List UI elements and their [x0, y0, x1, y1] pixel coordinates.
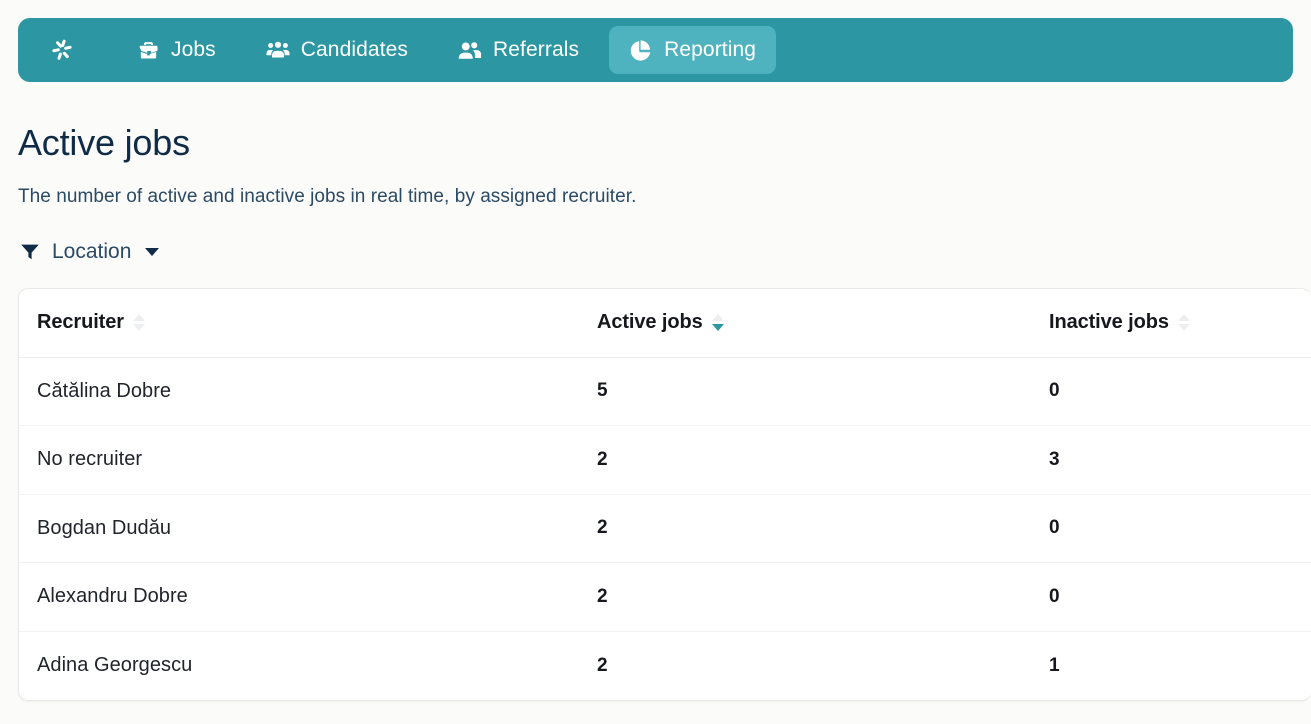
sort-ascending-icon [1177, 314, 1190, 322]
navbar-container: Jobs Candidates Referrals Reporting [0, 0, 1311, 82]
cell-inactive-jobs: 0 [1049, 517, 1060, 539]
cell-active-jobs: 2 [597, 448, 608, 470]
chevron-down-icon [145, 248, 160, 256]
cell-active-jobs: 5 [597, 380, 608, 402]
sort-toggle-inactive-jobs[interactable] [1177, 314, 1190, 332]
cell-active-jobs: 2 [597, 585, 608, 607]
page-title: Active jobs [18, 122, 190, 163]
cell-recruiter: Alexandru Dobre [37, 585, 188, 608]
table-row[interactable]: No recruiter 2 3 [19, 426, 1311, 494]
pinwheel-logo-icon [51, 38, 75, 62]
sort-toggle-active-jobs[interactable] [711, 314, 724, 332]
funnel-icon [20, 243, 40, 261]
column-header-inactive-jobs[interactable]: Inactive jobs [1031, 289, 1311, 358]
table-header: Recruiter Active jobs Inactive jobs [19, 289, 1311, 358]
location-filter-dropdown[interactable]: Location [18, 238, 161, 266]
nav-item-jobs[interactable]: Jobs [116, 26, 236, 74]
sort-ascending-icon [711, 314, 724, 322]
cell-active-jobs: 2 [597, 517, 608, 539]
nav-item-referrals[interactable]: Referrals [438, 26, 599, 74]
table-row[interactable]: Alexandru Dobre 2 0 [19, 563, 1311, 631]
cell-inactive-jobs: 3 [1049, 448, 1060, 470]
sort-ascending-icon [132, 314, 145, 322]
nav-item-reporting[interactable]: Reporting [609, 26, 777, 74]
page-content: Active jobs The number of active and ina… [0, 122, 1311, 701]
column-header-active-jobs[interactable]: Active jobs [579, 289, 1031, 358]
nav-item-label: Referrals [493, 38, 580, 61]
users-two-icon [458, 38, 482, 62]
cell-inactive-jobs: 0 [1049, 585, 1060, 607]
sort-descending-icon [711, 324, 724, 332]
table-row[interactable]: Cătălina Dobre 5 0 [19, 357, 1311, 426]
cell-inactive-jobs: 1 [1049, 654, 1060, 676]
column-header-label: Active jobs [597, 311, 703, 334]
nav-item-label: Jobs [171, 38, 216, 61]
cell-inactive-jobs: 0 [1049, 380, 1060, 402]
nav-item-label: Reporting [664, 38, 757, 61]
table-body: Cătălina Dobre 5 0 No recruiter 2 3 Bogd… [19, 357, 1311, 700]
nav-item-label: Candidates [300, 38, 409, 61]
table-row[interactable]: Bogdan Dudău 2 0 [19, 494, 1311, 563]
sort-descending-icon [1177, 324, 1190, 332]
cell-active-jobs: 2 [597, 654, 608, 676]
table-row[interactable]: Adina Georgescu 2 1 [19, 631, 1311, 700]
page-subtitle: The number of active and inactive jobs i… [18, 186, 637, 207]
cell-recruiter: No recruiter [37, 448, 143, 471]
cell-recruiter: Cătălina Dobre [37, 379, 172, 402]
column-header-label: Recruiter [37, 311, 124, 334]
location-filter-label: Location [52, 240, 132, 263]
nav-item-candidates[interactable]: Candidates [246, 26, 428, 74]
brand-logo[interactable] [32, 38, 94, 62]
pie-chart-icon [629, 38, 653, 62]
column-header-label: Inactive jobs [1049, 311, 1169, 334]
cell-recruiter: Bogdan Dudău [37, 516, 172, 539]
briefcase-icon [136, 38, 160, 62]
users-three-icon [266, 38, 290, 62]
filter-bar: Location [18, 238, 1293, 266]
active-jobs-table-card: Recruiter Active jobs Inactive jobs Cătă… [18, 288, 1311, 701]
cell-recruiter: Adina Georgescu [37, 654, 193, 676]
column-header-recruiter[interactable]: Recruiter [19, 289, 579, 358]
main-navbar: Jobs Candidates Referrals Reporting [18, 18, 1293, 82]
table-header-row: Recruiter Active jobs Inactive jobs [19, 289, 1311, 358]
sort-descending-icon [132, 324, 145, 332]
active-jobs-table: Recruiter Active jobs Inactive jobs Cătă… [19, 289, 1311, 700]
nav-item-list: Jobs Candidates Referrals Reporting [116, 26, 777, 74]
sort-toggle-recruiter[interactable] [132, 314, 145, 332]
